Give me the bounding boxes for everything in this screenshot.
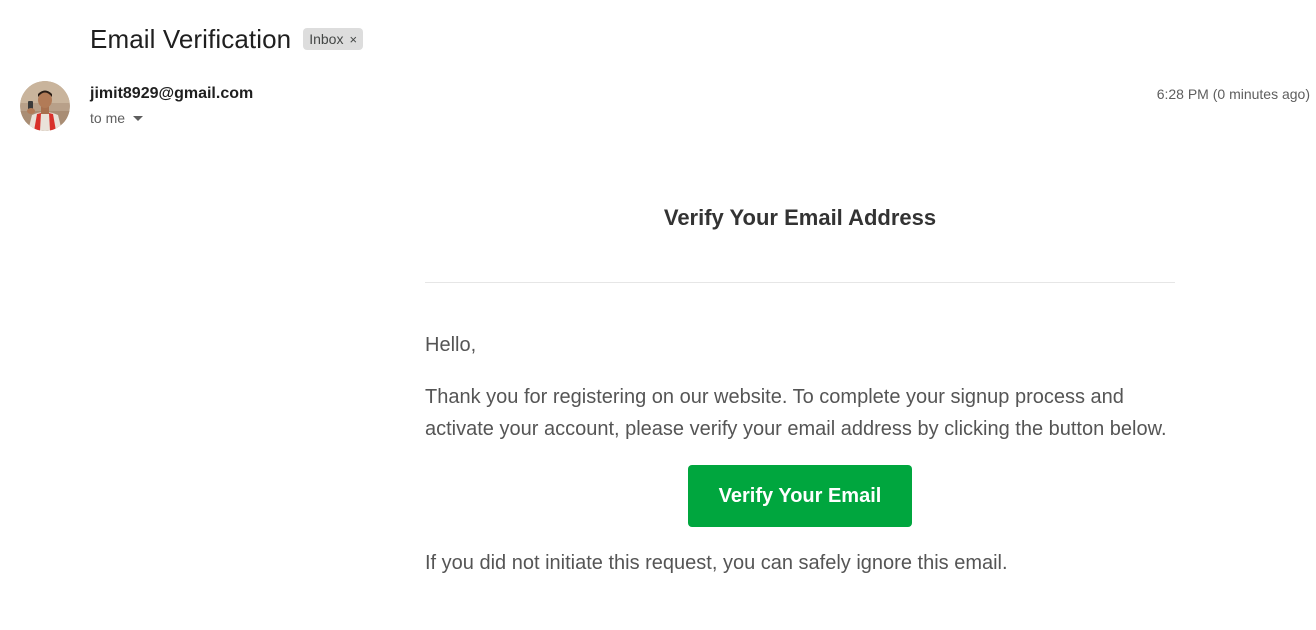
avatar-image xyxy=(20,81,70,131)
label-chip-text: Inbox xyxy=(309,31,344,47)
message-timestamp: 6:28 PM (0 minutes ago) xyxy=(1156,86,1310,102)
verify-email-button[interactable]: Verify Your Email xyxy=(688,465,912,527)
intro-text: Thank you for registering on our website… xyxy=(425,386,1167,440)
sender-avatar[interactable] xyxy=(20,81,70,131)
email-heading: Verify Your Email Address xyxy=(663,205,937,230)
sender-email[interactable]: jimit8929@gmail.com xyxy=(90,84,253,104)
caret-down-icon[interactable] xyxy=(133,115,144,121)
subject-header: Email Verification Inbox × xyxy=(90,22,364,56)
email-body: Verify Your Email Address Hello, Thank y… xyxy=(425,180,1175,579)
heading-divider xyxy=(425,282,1175,283)
greeting-text: Hello, xyxy=(425,334,477,356)
recipient-line: to me xyxy=(90,109,253,127)
label-chip-inbox[interactable]: Inbox × xyxy=(303,28,364,50)
email-subject: Email Verification xyxy=(90,23,292,54)
button-container: Verify Your Email xyxy=(425,465,1175,527)
recipient-label: to me xyxy=(90,110,126,126)
close-icon[interactable]: × xyxy=(349,32,357,47)
footer-text: If you did not initiate this request, yo… xyxy=(425,552,1008,574)
sender-info: jimit8929@gmail.com to me xyxy=(90,84,253,127)
